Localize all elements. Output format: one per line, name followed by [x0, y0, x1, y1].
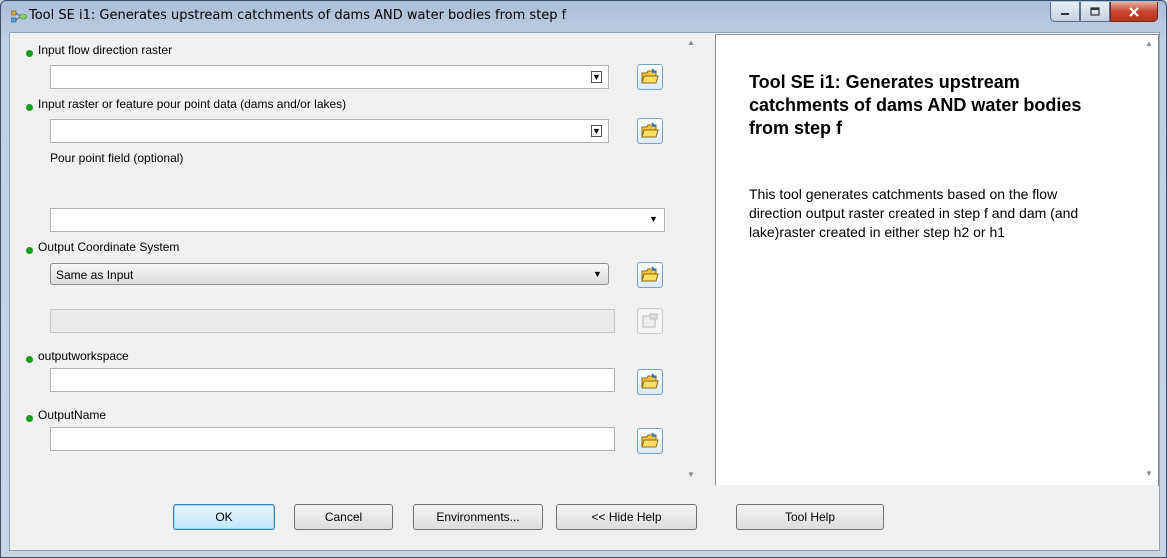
- pour-field-label: Pour point field (optional): [50, 151, 184, 165]
- dropdown-arrow-icon[interactable]: ▼: [592, 269, 603, 280]
- environments-button[interactable]: Environments...: [413, 504, 543, 530]
- workspace-input[interactable]: [50, 368, 615, 392]
- hide-help-button[interactable]: << Hide Help: [556, 504, 697, 530]
- cs-detail-field: [50, 309, 615, 333]
- ok-button[interactable]: OK: [173, 504, 275, 530]
- help-scrollbar[interactable]: ▲ ▼: [1141, 35, 1158, 485]
- open-folder-icon: [641, 373, 659, 389]
- dropdown-arrow-icon[interactable]: ▼: [591, 125, 602, 137]
- parameters-pane: Input flow direction raster ▼ Input rast…: [11, 34, 700, 484]
- browse-output-name-button[interactable]: [637, 428, 663, 454]
- window-controls: [1050, 2, 1158, 22]
- output-cs-label: Output Coordinate System: [38, 240, 180, 254]
- tool-help-button[interactable]: Tool Help: [736, 504, 884, 530]
- output-cs-select[interactable]: Same as Input ▼: [50, 263, 609, 285]
- open-folder-icon: [641, 68, 659, 84]
- help-pane: Tool SE i1: Generates upstream catchment…: [715, 34, 1159, 486]
- output-name-input[interactable]: [50, 427, 615, 451]
- output-name-label: OutputName: [38, 408, 107, 422]
- input-flow-label: Input flow direction raster: [38, 43, 173, 57]
- cancel-button[interactable]: Cancel: [294, 504, 393, 530]
- browse-workspace-button[interactable]: [637, 369, 663, 395]
- open-folder-icon: [641, 122, 659, 138]
- required-indicator-icon: [26, 356, 33, 363]
- help-description: This tool generates catchments based on …: [749, 186, 1079, 240]
- scroll-up-icon[interactable]: ▲: [1145, 39, 1153, 48]
- required-indicator-icon: [26, 415, 33, 422]
- required-indicator-icon: [26, 247, 33, 254]
- browse-flow-button[interactable]: [637, 64, 663, 90]
- properties-icon: [642, 313, 658, 328]
- scroll-up-icon[interactable]: ▲: [687, 38, 695, 47]
- cs-properties-button: [637, 308, 663, 334]
- parameters-scrollbar[interactable]: ▲ ▼: [683, 34, 700, 484]
- dropdown-arrow-icon[interactable]: ▼: [648, 214, 659, 225]
- window-title: Tool SE i1: Generates upstream catchment…: [29, 8, 567, 23]
- scroll-down-icon[interactable]: ▼: [1145, 469, 1153, 478]
- input-flow-combobox[interactable]: ▼: [50, 65, 609, 89]
- dialog-client-area: Input flow direction raster ▼ Input rast…: [9, 32, 1160, 551]
- scroll-down-icon[interactable]: ▼: [687, 470, 695, 479]
- close-button[interactable]: [1110, 2, 1158, 22]
- required-indicator-icon: [26, 104, 33, 111]
- close-icon: [1129, 6, 1139, 17]
- browse-pour-button[interactable]: [637, 118, 663, 144]
- pour-field-dropdown[interactable]: ▼: [50, 208, 665, 232]
- required-indicator-icon: [26, 50, 33, 57]
- input-pour-label: Input raster or feature pour point data …: [38, 97, 347, 111]
- browse-cs-button[interactable]: [637, 262, 663, 288]
- maximize-icon: [1090, 7, 1100, 16]
- minimize-button[interactable]: [1050, 2, 1080, 22]
- help-title: Tool SE i1: Generates upstream catchment…: [749, 72, 1082, 138]
- maximize-button[interactable]: [1080, 2, 1110, 22]
- minimize-icon: [1061, 12, 1069, 15]
- open-folder-icon: [641, 432, 659, 448]
- title-bar[interactable]: Tool SE i1: Generates upstream catchment…: [1, 1, 1166, 31]
- dialog-button-bar: OK Cancel Environments... << Hide Help T…: [11, 485, 1158, 549]
- input-pour-combobox[interactable]: ▼: [50, 119, 609, 143]
- dropdown-arrow-icon[interactable]: ▼: [591, 71, 602, 83]
- open-folder-icon: [641, 266, 659, 282]
- model-tool-icon: [11, 10, 27, 23]
- tool-dialog-window: Tool SE i1: Generates upstream catchment…: [0, 0, 1167, 558]
- workspace-label: outputworkspace: [38, 349, 129, 363]
